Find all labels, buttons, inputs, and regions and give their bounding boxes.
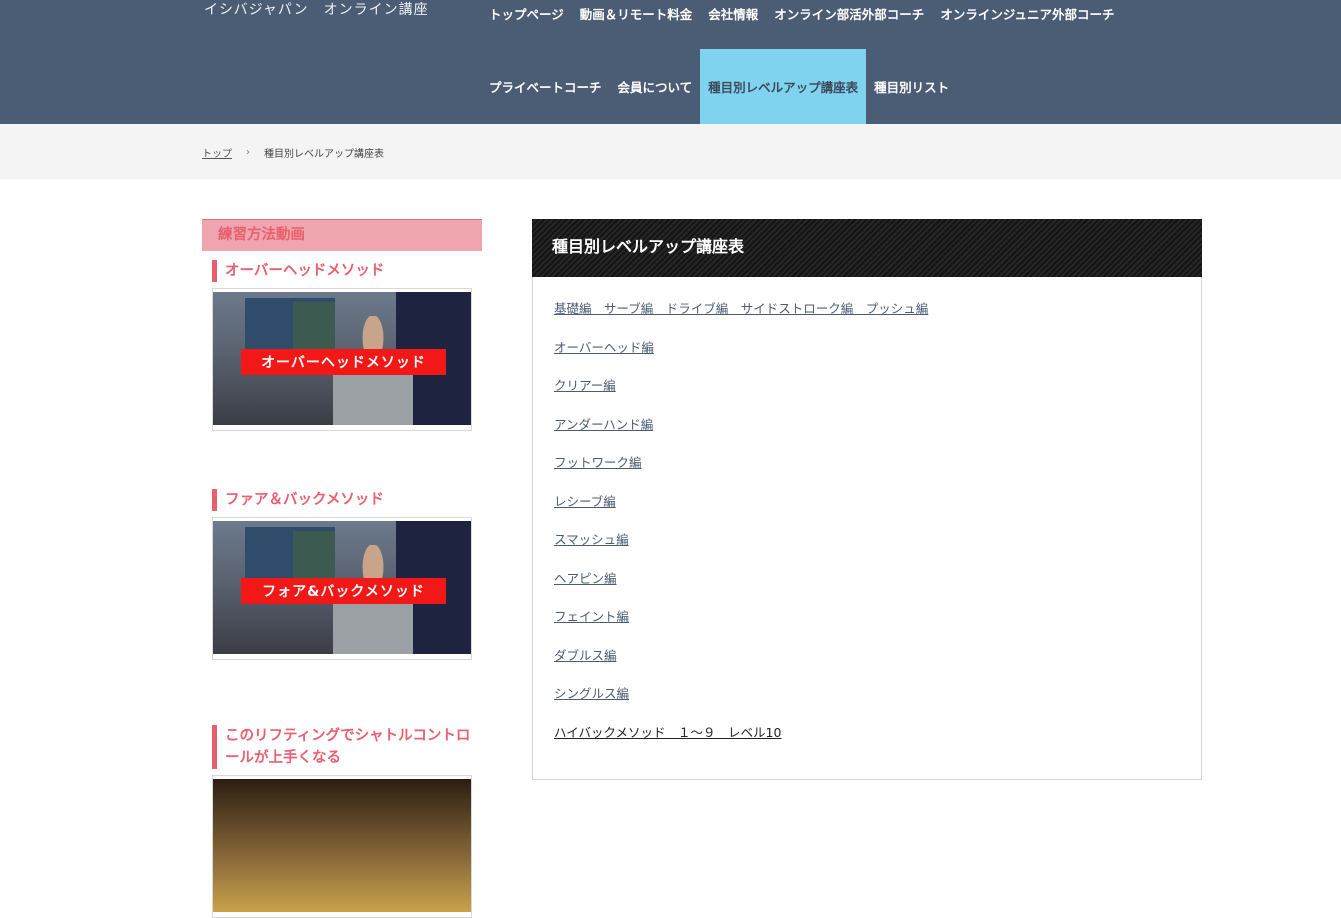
breadcrumb-home-link[interactable]: トップ	[202, 145, 232, 160]
course-link-clear[interactable]: クリアー編	[554, 378, 616, 393]
course-link-basics[interactable]: 基礎編 サーブ編 ドライブ編 サイドストローク編 プッシュ編	[554, 301, 928, 316]
video-title[interactable]: ファア＆バックメソッド	[212, 489, 472, 511]
video-thumbnail[interactable]: オーバーヘッドメソッド	[212, 288, 472, 431]
list-item: 基礎編 サーブ編 ドライブ編 サイドストローク編 プッシュ編	[554, 298, 928, 337]
list-item: スマッシュ編	[554, 529, 928, 568]
video-block-lifting: このリフティングでシャトルコントロールが上手くなる	[212, 725, 472, 918]
breadcrumb-bar: トップ › 種目別レベルアップ講座表	[0, 124, 1341, 179]
main-nav-row-1: トップページ 動画＆リモート料金 会社情報 オンライン部活外部コーチ オンライン…	[481, 0, 1122, 26]
nav-item-online-junior-coach[interactable]: オンラインジュニア外部コーチ	[932, 0, 1122, 26]
site-title[interactable]: イシバジャパン オンライン講座	[204, 0, 429, 20]
video-thumbnail[interactable]: フォア&バックメソッド	[212, 517, 472, 660]
list-item: ヘアピン編	[554, 568, 928, 607]
nav-item-company[interactable]: 会社情報	[700, 0, 766, 26]
list-item: レシーブ編	[554, 491, 928, 530]
list-item: フットワーク編	[554, 452, 928, 491]
course-link-footwork[interactable]: フットワーク編	[554, 455, 642, 470]
list-item: ハイバックメソッド １～９ レベル10	[554, 722, 928, 761]
list-item: アンダーハンド編	[554, 414, 928, 453]
nav-item-online-club-coach[interactable]: オンライン部活外部コーチ	[766, 0, 932, 26]
nav-item-level-up-table[interactable]: 種目別レベルアップ講座表	[700, 49, 867, 124]
video-title[interactable]: オーバーヘッドメソッド	[212, 260, 472, 282]
nav-item-event-list[interactable]: 種目別リスト	[866, 49, 957, 124]
course-link-receive[interactable]: レシーブ編	[554, 494, 616, 509]
nav-item-top[interactable]: トップページ	[481, 0, 572, 26]
list-item: フェイント編	[554, 606, 928, 645]
course-link-feint[interactable]: フェイント編	[554, 609, 629, 624]
course-link-hairpin[interactable]: ヘアピン編	[554, 571, 617, 586]
course-link-singles[interactable]: シングルス編	[554, 686, 629, 701]
list-item: ダブルス編	[554, 645, 928, 684]
breadcrumb-current: 種目別レベルアップ講座表	[264, 149, 384, 160]
page-title: 種目別レベルアップ講座表	[532, 219, 1202, 277]
list-item: オーバーヘッド編	[554, 337, 928, 376]
video-block-overhead: オーバーヘッドメソッド オーバーヘッドメソッド	[212, 260, 472, 431]
course-link-doubles[interactable]: ダブルス編	[554, 648, 617, 663]
sidebar-heading: 練習方法動画	[202, 219, 482, 251]
breadcrumb: トップ › 種目別レベルアップ講座表	[202, 145, 384, 160]
site-header: イシバジャパン オンライン講座 トップページ 動画＆リモート料金 会社情報 オン…	[0, 0, 1341, 124]
main-nav-row-2: プライベートコーチ 会員について 種目別レベルアップ講座表 種目別リスト	[481, 49, 957, 124]
main-content: 種目別レベルアップ講座表 基礎編 サーブ編 ドライブ編 サイドストローク編 プッ…	[532, 219, 1202, 780]
course-link-overhead[interactable]: オーバーヘッド編	[554, 340, 654, 355]
video-thumbnail[interactable]	[212, 775, 472, 918]
nav-item-private-coach[interactable]: プライベートコーチ	[481, 49, 610, 124]
video-title[interactable]: このリフティングでシャトルコントロールが上手くなる	[212, 725, 472, 769]
course-link-smash[interactable]: スマッシュ編	[554, 532, 629, 547]
video-block-fore-back: ファア＆バックメソッド フォア&バックメソッド	[212, 489, 472, 660]
course-link-underhand[interactable]: アンダーハンド編	[554, 417, 653, 432]
thumbnail-banner: フォア&バックメソッド	[241, 578, 446, 604]
course-link-high-back[interactable]: ハイバックメソッド １～９ レベル10	[554, 725, 781, 740]
thumbnail-banner: オーバーヘッドメソッド	[241, 349, 446, 375]
list-item: クリアー編	[554, 375, 928, 414]
sidebar: 練習方法動画 オーバーヘッドメソッド オーバーヘッドメソッド ファア＆バックメソ…	[202, 219, 482, 918]
nav-item-video-fees[interactable]: 動画＆リモート料金	[572, 0, 701, 26]
breadcrumb-separator: ›	[246, 147, 250, 158]
nav-item-membership[interactable]: 会員について	[610, 49, 701, 124]
list-item: シングルス編	[554, 683, 928, 722]
course-link-list: 基礎編 サーブ編 ドライブ編 サイドストローク編 プッシュ編 オーバーヘッド編 …	[554, 298, 928, 760]
